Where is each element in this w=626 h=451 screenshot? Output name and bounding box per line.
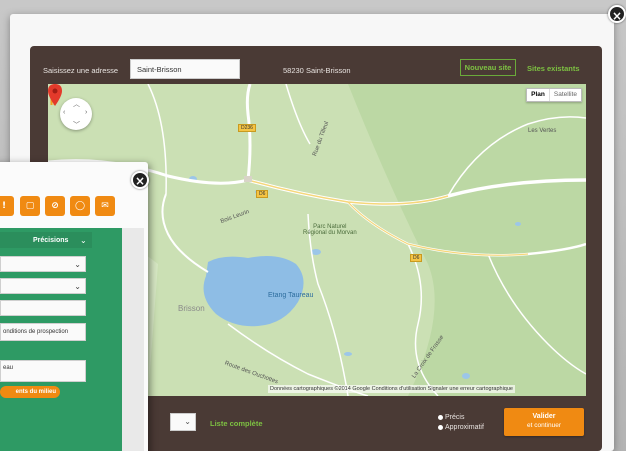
pan-down-icon[interactable]: ﹀ [73, 120, 80, 130]
radio-label: Précis [445, 413, 465, 421]
location-marker-icon[interactable] [48, 84, 62, 106]
close-dialog-button[interactable]: × [608, 5, 626, 23]
pan-left-icon[interactable]: ‹ [63, 109, 65, 116]
park-label: Parc Naturel Régional du Morvan [303, 224, 357, 236]
radio-approximate[interactable]: Approximatif [438, 422, 484, 432]
compass-icon: ⊘ [51, 201, 59, 211]
panel-right-area [122, 228, 144, 451]
mail-icon: ✉ [101, 201, 109, 211]
address-input[interactable]: Saint-Brisson [130, 59, 240, 79]
new-site-button[interactable]: Nouveau site [460, 59, 516, 76]
continue-label: et continuer [527, 422, 561, 429]
chevron-down-icon: ⌄ [184, 417, 191, 426]
text-area[interactable]: eau [0, 360, 86, 382]
toolbar-button[interactable]: ! [0, 196, 14, 216]
environment-tag[interactable]: ents du milieu [0, 386, 60, 398]
pan-right-icon[interactable]: › [85, 109, 87, 116]
validate-label: Valider [532, 413, 556, 420]
full-list-link[interactable]: Liste complète [210, 419, 263, 428]
place-label: Les Vertes [528, 128, 557, 134]
text-field[interactable] [0, 300, 86, 316]
close-panel-button[interactable]: × [131, 171, 149, 189]
toolbar-button[interactable]: ▢ [20, 196, 40, 216]
comment-icon: ◯ [74, 201, 86, 211]
chevron-down-icon: ⌄ [74, 260, 81, 269]
place-label: Brisson [178, 304, 205, 313]
address-label: Saisissez une adresse [43, 66, 119, 75]
select-field[interactable]: ⌄ [0, 278, 86, 294]
lake-label: Etang Taureau [268, 292, 314, 299]
radio-dot-icon[interactable] [438, 414, 443, 420]
toolbar-button[interactable]: ✉ [95, 196, 115, 216]
precisions-toggle[interactable]: Précisions [33, 237, 68, 244]
conditions-field[interactable]: onditions de prospection [0, 323, 86, 341]
toolbar-button[interactable]: ⊘ [45, 196, 65, 216]
road-shield: D6 [410, 254, 423, 262]
precision-radio-group: Précis Approximatif [438, 412, 484, 432]
site-select[interactable]: ⌄ [170, 413, 196, 431]
map-type-control[interactable]: Plan Satellite [526, 88, 582, 102]
road-shield: D236 [238, 124, 256, 132]
chevron-down-icon: ⌄ [74, 282, 81, 291]
geocode-result: 58230 Saint-Brisson [283, 66, 351, 75]
tool-icon: ! [1, 201, 7, 211]
radio-label: Approximatif [445, 423, 484, 431]
validate-continue-button[interactable]: Valider et continuer [504, 408, 584, 436]
map-type-plan[interactable]: Plan [527, 89, 549, 101]
map-type-satellite[interactable]: Satellite [548, 89, 581, 101]
pan-up-icon[interactable]: ︿ [73, 99, 80, 109]
pan-control[interactable]: ︿ ﹀ ‹ › [60, 98, 92, 130]
select-field[interactable]: ⌄ [0, 256, 86, 272]
road-shield: D6 [256, 190, 269, 198]
existing-sites-link[interactable]: Sites existants [527, 64, 580, 73]
radio-dot-icon[interactable] [438, 424, 443, 430]
radio-precise[interactable]: Précis [438, 412, 484, 422]
tool-icon: ▢ [25, 201, 35, 211]
toolbar-button[interactable]: ◯ [70, 196, 90, 216]
map-attribution[interactable]: Données cartographiques ©2014 Google Con… [268, 385, 515, 393]
chevron-down-icon[interactable]: ⌄ [80, 236, 87, 245]
